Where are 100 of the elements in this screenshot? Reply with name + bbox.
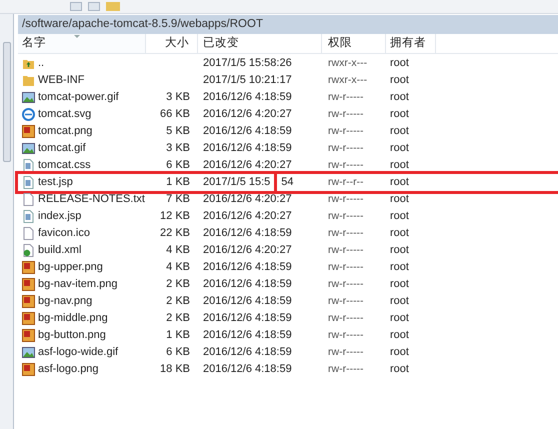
file-size: 4 KB — [165, 260, 191, 276]
permissions: rw-r----- — [327, 294, 365, 309]
scrollbar-thumb[interactable] — [2, 42, 10, 162]
permissions: rw-r----- — [327, 90, 365, 105]
modified-date: 2016/12/6 4:18:59 — [202, 294, 293, 310]
permissions: rw-r----- — [327, 362, 365, 377]
file-name[interactable]: tomcat.gif — [18, 140, 146, 157]
blank-file-icon — [22, 193, 35, 206]
owner: root — [389, 243, 410, 258]
column-header[interactable]: 已改变 — [198, 34, 322, 53]
owner: root — [389, 362, 410, 378]
owner: root — [389, 192, 410, 208]
permissions: rw-r----- — [327, 226, 365, 241]
modified-date: 2016/12/6 4:18:59 — [202, 260, 293, 276]
owner: root — [389, 73, 410, 88]
modified-date: 2016/12/6 4:18:59 — [202, 311, 293, 326]
modified-date: 2016/12/6 4:18:59 — [202, 226, 293, 242]
document-icon — [22, 210, 35, 223]
folder-icon[interactable] — [106, 2, 120, 11]
column-header[interactable]: 名字 — [18, 34, 146, 53]
owner: root — [389, 90, 410, 106]
modified-date: 2017/1/5 15:58:26 — [202, 56, 293, 72]
modified-date: 2016/12/6 4:18:59 — [202, 362, 293, 378]
owner: root — [389, 158, 410, 174]
permissions: rw-r----- — [327, 344, 365, 360]
file-size: 2 KB — [165, 277, 191, 292]
file-name[interactable]: bg-button.png — [18, 327, 146, 344]
document-icon — [22, 176, 35, 189]
file-name[interactable]: RELEASE-NOTES.txt — [18, 191, 146, 208]
file-name[interactable]: asf-logo-wide.gif — [18, 344, 146, 361]
file-name[interactable]: tomcat-power.gif — [18, 89, 146, 106]
file-size: 12 KB — [159, 209, 191, 224]
file-name[interactable]: index.jsp — [18, 208, 146, 225]
file-size: 18 KB — [159, 362, 191, 378]
permissions: rw-r----- — [327, 106, 365, 122]
owner: root — [389, 345, 410, 360]
folder-up-icon — [22, 57, 35, 70]
file-size: 7 KB — [165, 192, 191, 208]
permissions: rw-r--r-- — [327, 174, 365, 190]
permissions: rw-r----- — [327, 208, 365, 224]
modified-date: 2016/12/6 4:18:59 — [202, 345, 293, 360]
file-name[interactable]: favicon.ico — [18, 225, 146, 242]
permissions: rw-r----- — [327, 124, 365, 139]
modified-date: 2016/12/6 4:20:27 — [202, 209, 293, 224]
modified-date: 2017/1/5 10:21:17 — [202, 73, 293, 88]
permissions: rw-r----- — [327, 328, 365, 343]
owner: root — [389, 226, 410, 242]
modified-date: 2016/12/6 4:18:59 — [202, 90, 293, 106]
image-icon — [22, 142, 35, 155]
file-size: 22 KB — [159, 226, 191, 242]
blank-file-icon — [22, 227, 35, 240]
file-name[interactable]: tomcat.svg — [18, 106, 146, 123]
modified-date: 2016/12/6 4:20:27 — [202, 192, 293, 208]
toolbar-icon[interactable] — [70, 2, 82, 11]
owner: root — [389, 209, 410, 224]
permissions: rw-r----- — [327, 140, 365, 156]
image-icon — [22, 91, 35, 104]
owner: root — [389, 294, 410, 310]
toolbar-icon[interactable] — [88, 2, 100, 11]
file-name[interactable]: bg-middle.png — [18, 310, 146, 327]
file-size: 2 KB — [165, 294, 191, 310]
file-name[interactable]: tomcat.png — [18, 123, 146, 140]
file-size: 6 KB — [165, 158, 191, 174]
file-name[interactable]: .. — [18, 55, 146, 72]
document-icon — [22, 244, 35, 257]
file-name[interactable]: bg-nav-item.png — [18, 276, 146, 293]
file-name[interactable]: build.xml — [18, 242, 146, 259]
permissions: rw-r----- — [327, 260, 365, 275]
file-name[interactable]: WEB-INF — [18, 72, 146, 89]
modified-date: 2017/1/5 15:5 54 — [198, 174, 322, 191]
file-size: 6 KB — [165, 345, 191, 360]
column-header[interactable]: 拥有者 — [386, 34, 436, 53]
file-size: 3 KB — [165, 90, 191, 106]
image-icon — [22, 295, 35, 308]
permissions: rwxr-x--- — [327, 72, 368, 88]
owner: root — [389, 260, 410, 276]
file-size: 1 KB — [165, 175, 191, 190]
permissions: rw-r----- — [327, 242, 365, 258]
permissions: rw-r----- — [327, 158, 365, 173]
column-header[interactable]: 权限 — [322, 34, 386, 53]
permissions: rw-r----- — [327, 276, 365, 292]
image-icon — [22, 278, 35, 291]
file-name[interactable]: bg-nav.png — [18, 293, 146, 310]
permissions: rw-r----- — [327, 192, 365, 207]
file-name[interactable]: bg-upper.png — [18, 259, 146, 276]
owner: root — [389, 277, 410, 292]
column-header[interactable]: 大小 — [146, 34, 198, 53]
modified-date: 2016/12/6 4:18:59 — [202, 277, 293, 292]
modified-date: 2016/12/6 4:20:27 — [202, 243, 293, 258]
modified-date: 2016/12/6 4:18:59 — [202, 124, 293, 140]
owner: root — [389, 107, 410, 122]
file-name[interactable]: test.jsp — [18, 174, 146, 191]
owner: root — [389, 141, 410, 156]
modified-date: 2016/12/6 4:20:27 — [202, 158, 293, 174]
folder-icon — [22, 74, 35, 87]
file-size: 4 KB — [165, 243, 191, 258]
image-icon — [22, 346, 35, 359]
owner: root — [389, 175, 410, 190]
file-name[interactable]: tomcat.css — [18, 157, 146, 174]
file-name[interactable]: asf-logo.png — [18, 361, 146, 378]
